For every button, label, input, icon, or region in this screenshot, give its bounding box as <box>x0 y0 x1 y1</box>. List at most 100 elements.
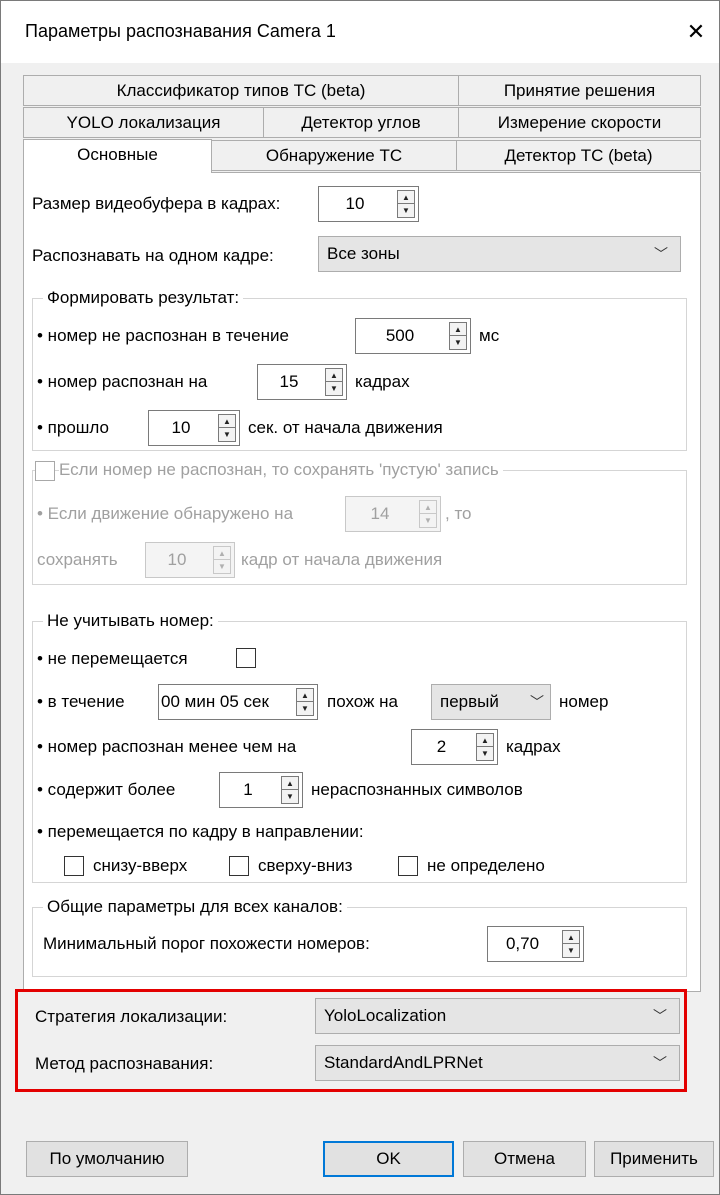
spin-buttons[interactable]: ▲ ▼ <box>419 500 437 528</box>
spin-down-icon[interactable]: ▼ <box>326 382 342 395</box>
tab-decision[interactable]: Принятие решения <box>458 75 701 106</box>
window-title: Параметры распознавания Camera 1 <box>25 21 336 41</box>
spin-down-icon[interactable]: ▼ <box>563 944 579 957</box>
tab-main[interactable]: Основные <box>23 139 212 173</box>
buffer-label: Размер видеобуфера в кадрах: <box>32 194 281 213</box>
during-spinbox[interactable]: 00 мин 05 сек ▲ ▼ <box>158 684 318 720</box>
threshold-label: Минимальный порог похожести номеров: <box>43 934 370 953</box>
ignore-group: Не учитывать номер: • не перемещается • … <box>32 611 687 883</box>
not-recognized-label: • номер не распознан в течение <box>37 326 289 345</box>
defaults-button[interactable]: По умолчанию <box>26 1141 188 1177</box>
chevron-down-icon: ﹀ <box>530 694 544 710</box>
threshold-spinbox[interactable]: 0,70 ▲ ▼ <box>487 926 584 962</box>
motion-value: 14 <box>370 504 390 523</box>
buffer-spinbox[interactable]: 10 ▲ ▼ <box>318 186 419 222</box>
close-icon[interactable]: ✕ <box>673 9 719 55</box>
spin-down-icon[interactable]: ▼ <box>398 204 414 217</box>
spin-buttons[interactable]: ▲ ▼ <box>476 733 494 761</box>
passed-unit: сек. от начала движения <box>248 418 443 437</box>
spin-down-icon[interactable]: ▼ <box>219 428 235 441</box>
passed-value: 10 <box>171 418 191 437</box>
cancel-button[interactable]: Отмена <box>463 1141 586 1177</box>
main-panel: Размер видеобуфера в кадрах: 10 ▲ ▼ Распо… <box>23 172 701 992</box>
spin-up-icon[interactable]: ▲ <box>477 734 493 747</box>
passed-spinbox[interactable]: 10 ▲ ▼ <box>148 410 240 446</box>
less-than-label: • номер распознан менее чем на <box>37 737 297 756</box>
spin-up-icon[interactable]: ▲ <box>214 547 230 560</box>
spin-down-icon[interactable]: ▼ <box>477 747 493 760</box>
similar-combo[interactable]: первый ﹀ <box>431 684 551 720</box>
dir-undefined-checkbox[interactable] <box>398 856 418 876</box>
common-group: Общие параметры для всех каналов: Минима… <box>32 897 687 977</box>
result-group-title: Формировать результат: <box>43 288 244 308</box>
spin-buttons[interactable]: ▲ ▼ <box>281 776 299 804</box>
spin-buttons[interactable]: ▲ ▼ <box>449 322 467 350</box>
spin-up-icon[interactable]: ▲ <box>450 323 466 336</box>
threshold-value: 0,70 <box>505 934 540 953</box>
passed-label: • прошло <box>37 418 109 437</box>
spin-up-icon[interactable]: ▲ <box>563 931 579 944</box>
motion-spinbox[interactable]: 14 ▲ ▼ <box>345 496 441 532</box>
not-recognized-value: 500 <box>385 326 415 345</box>
not-recognized-unit: мс <box>479 326 500 345</box>
spin-down-icon[interactable]: ▼ <box>420 514 436 527</box>
common-group-title: Общие параметры для всех каналов: <box>43 897 347 917</box>
less-than-value: 2 <box>436 737 447 756</box>
dir-down-checkbox[interactable] <box>229 856 249 876</box>
save-suffix: кадр от начала движения <box>241 550 443 569</box>
spin-down-icon[interactable]: ▼ <box>282 790 298 803</box>
spin-up-icon[interactable]: ▲ <box>398 191 414 204</box>
title-bar: Параметры распознавания Camera 1 ✕ <box>1 1 719 63</box>
spin-up-icon[interactable]: ▲ <box>282 777 298 790</box>
tab-yolo-localization[interactable]: YOLO локализация <box>23 107 264 138</box>
contains-value: 1 <box>243 780 253 799</box>
during-value: 00 мин 05 сек <box>161 692 269 711</box>
one-frame-value: Все зоны <box>327 244 400 263</box>
ignore-group-title: Не учитывать номер: <box>43 611 218 631</box>
spin-buttons[interactable]: ▲ ▼ <box>397 190 415 218</box>
contains-unit: нераспознанных символов <box>311 780 523 799</box>
not-recognized-spinbox[interactable]: 500 ▲ ▼ <box>355 318 471 354</box>
spin-buttons[interactable]: ▲ ▼ <box>296 688 314 716</box>
spin-buttons[interactable]: ▲ ▼ <box>213 546 231 574</box>
tab-corner-detector[interactable]: Детектор углов <box>263 107 459 138</box>
chevron-down-icon: ﹀ <box>654 246 668 262</box>
spin-up-icon[interactable]: ▲ <box>326 369 342 382</box>
contains-spinbox[interactable]: 1 ▲ ▼ <box>219 772 303 808</box>
tab-vehicle-detection[interactable]: Обнаружение ТС <box>211 140 457 171</box>
ok-button[interactable]: OK <box>323 1141 454 1177</box>
spin-buttons[interactable]: ▲ ▼ <box>218 414 236 442</box>
result-group: Формировать результат: • номер не распоз… <box>32 288 687 451</box>
spin-down-icon[interactable]: ▼ <box>450 336 466 349</box>
recognized-on-unit: кадрах <box>355 372 410 391</box>
spin-down-icon[interactable]: ▼ <box>297 702 313 715</box>
empty-record-checkbox[interactable] <box>35 461 55 481</box>
spin-buttons[interactable]: ▲ ▼ <box>325 368 343 396</box>
direction-label: • перемещается по кадру в направлении: <box>37 822 364 841</box>
save-spinbox[interactable]: 10 ▲ ▼ <box>145 542 235 578</box>
dir-up-checkbox[interactable] <box>64 856 84 876</box>
spin-up-icon[interactable]: ▲ <box>420 501 436 514</box>
motion-suffix: , то <box>445 504 472 523</box>
tab-speed-measure[interactable]: Измерение скорости <box>458 107 701 138</box>
dir-up-label: снизу-вверх <box>93 856 188 875</box>
one-frame-combo[interactable]: Все зоны ﹀ <box>318 236 681 272</box>
spin-up-icon[interactable]: ▲ <box>219 415 235 428</box>
dir-undefined-label: не определено <box>427 856 545 875</box>
empty-record-group: Если номер не распознан, то сохранять 'п… <box>32 460 687 585</box>
apply-button[interactable]: Применить <box>594 1141 714 1177</box>
contains-label: • содержит более <box>37 780 176 799</box>
similar-label: похож на <box>327 692 398 711</box>
spin-up-icon[interactable]: ▲ <box>297 689 313 702</box>
tab-vehicle-detector[interactable]: Детектор ТС (beta) <box>456 140 701 171</box>
recognized-on-spinbox[interactable]: 15 ▲ ▼ <box>257 364 347 400</box>
recognized-on-value: 15 <box>279 372 299 391</box>
less-than-spinbox[interactable]: 2 ▲ ▼ <box>411 729 498 765</box>
spin-down-icon[interactable]: ▼ <box>214 560 230 573</box>
dialog-window: Параметры распознавания Camera 1 ✕ Класс… <box>0 0 720 1195</box>
number-label: номер <box>559 692 609 711</box>
during-label: • в течение <box>37 692 125 711</box>
not-moving-checkbox[interactable] <box>236 648 256 668</box>
spin-buttons[interactable]: ▲ ▼ <box>562 930 580 958</box>
tab-vehicle-classifier[interactable]: Классификатор типов ТС (beta) <box>23 75 459 106</box>
